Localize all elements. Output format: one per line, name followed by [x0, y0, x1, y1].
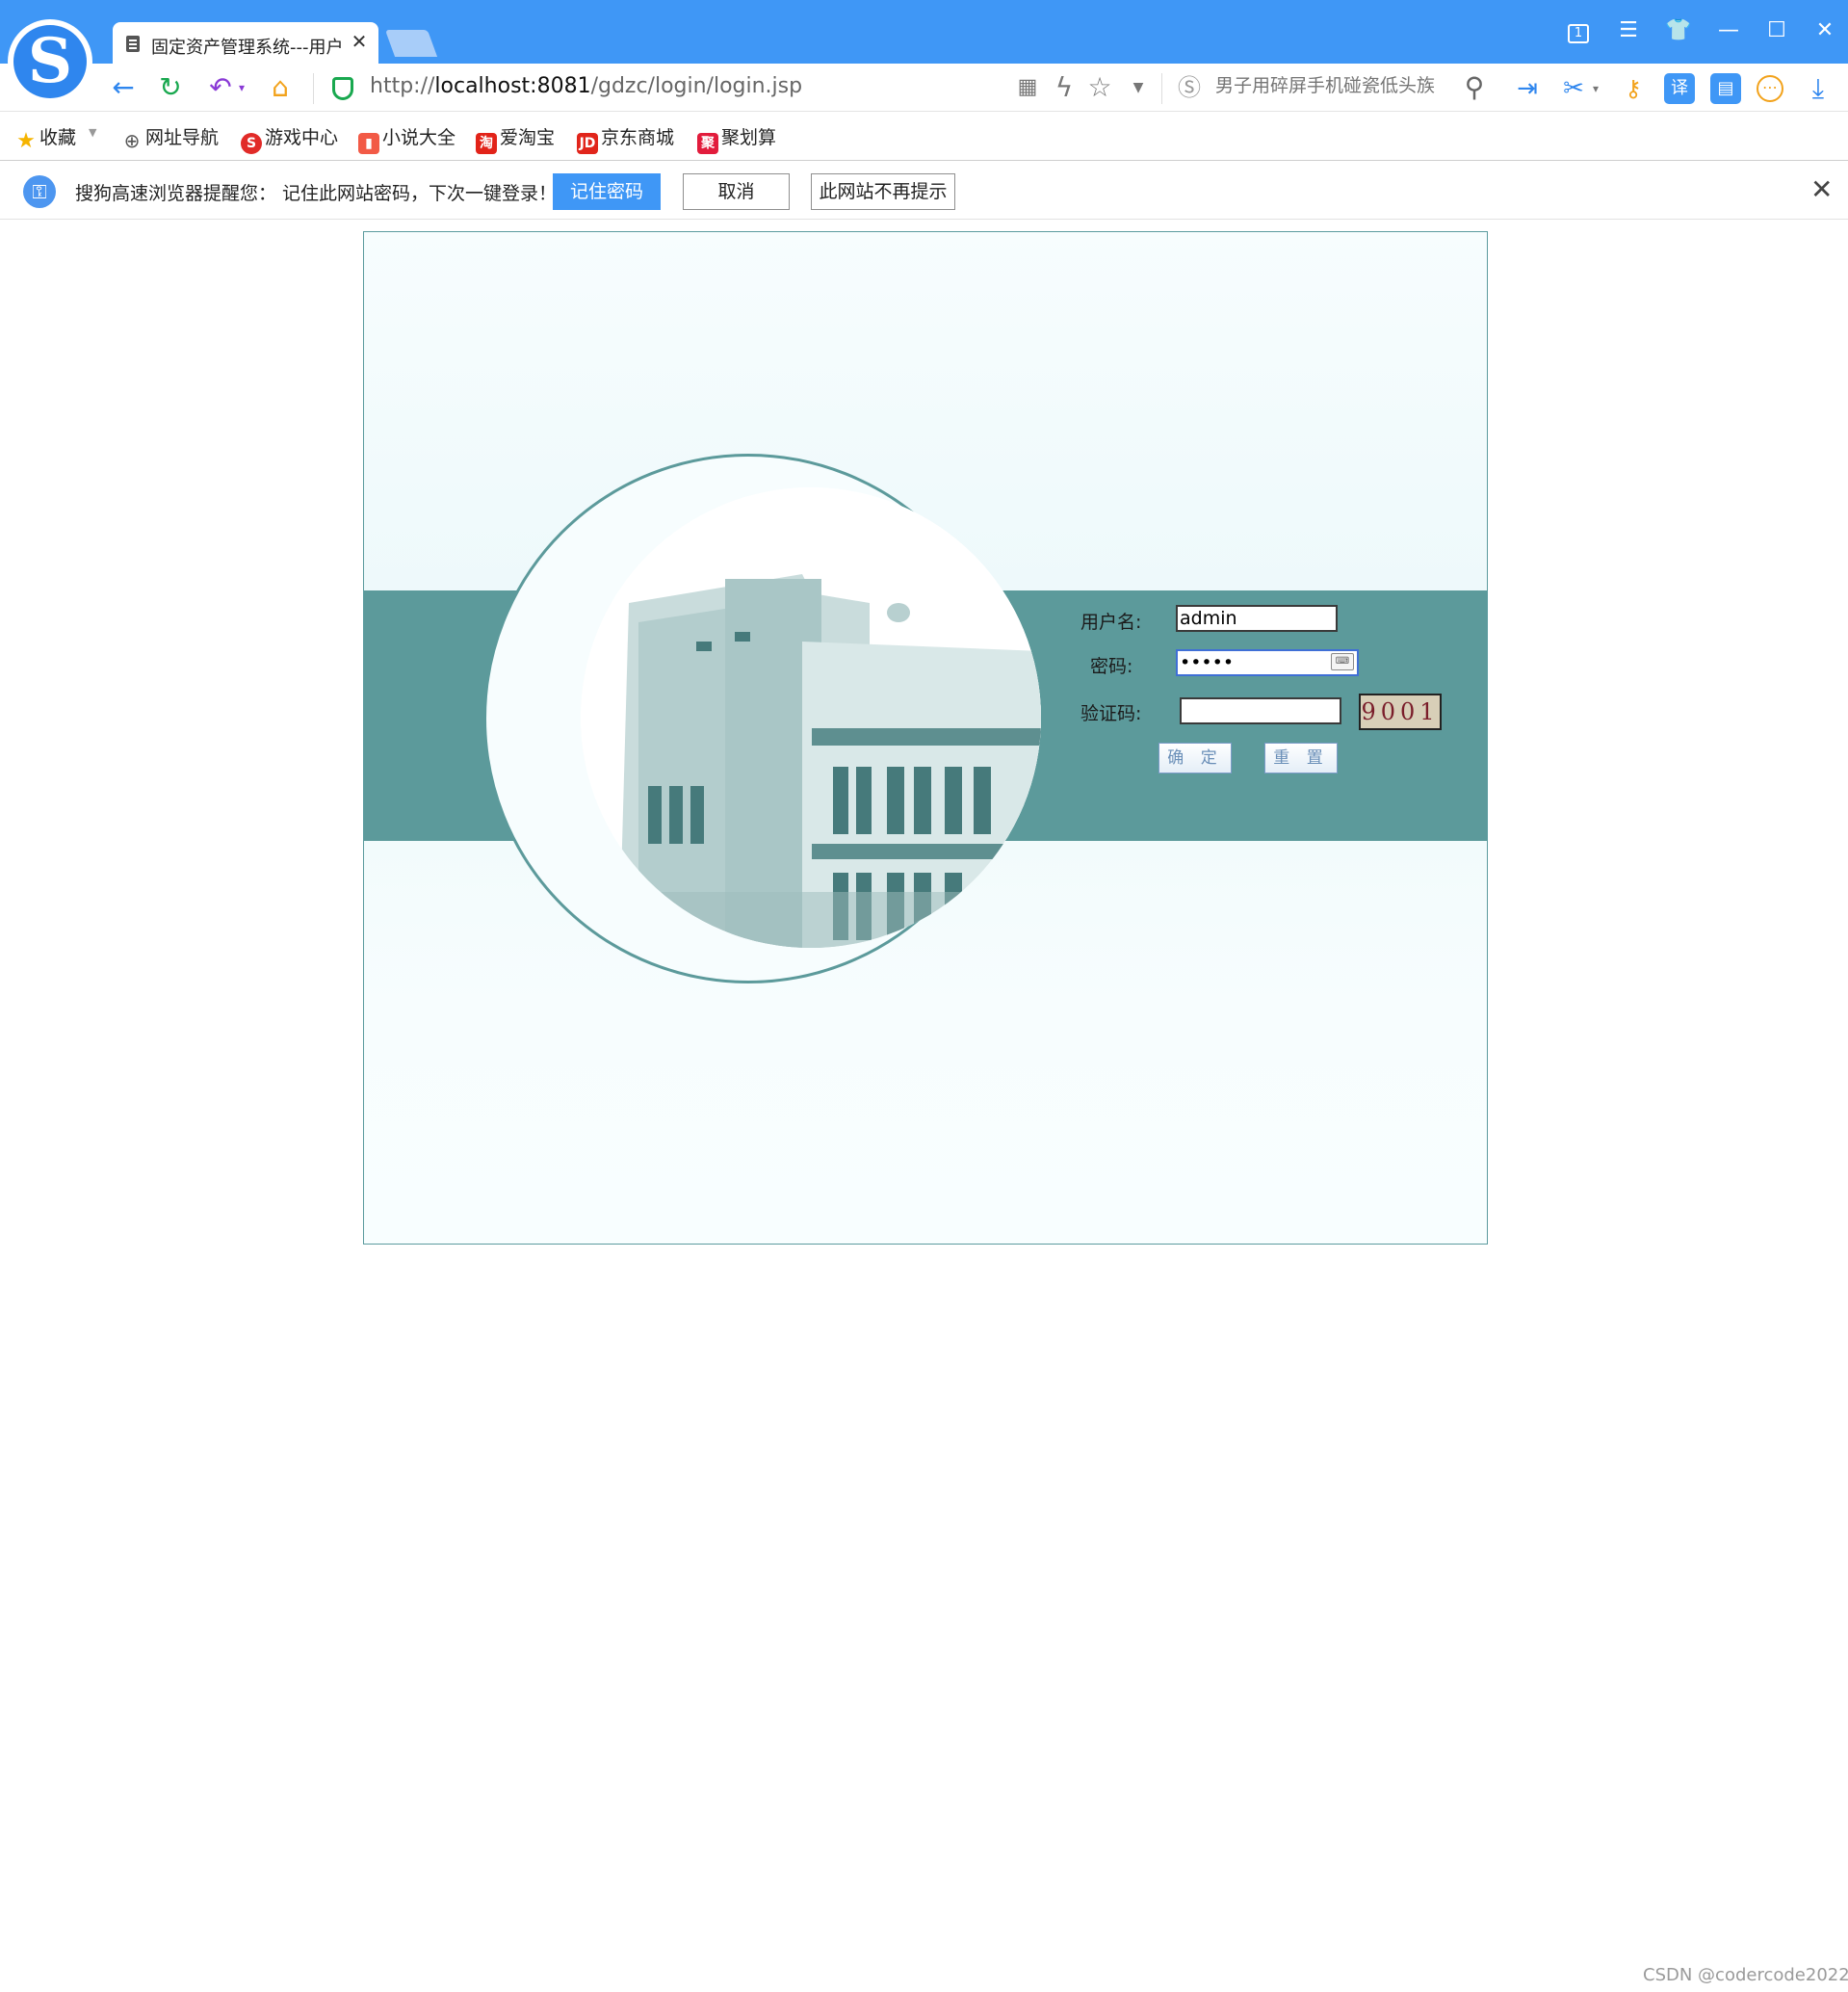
bookmark-label: 小说大全	[382, 127, 456, 148]
maximize-button[interactable]: ☐	[1760, 15, 1793, 46]
window-count-button[interactable]: 1	[1562, 15, 1595, 46]
url-path: /gdzc/login/login.jsp	[590, 74, 803, 98]
key-icon[interactable]: ⚷	[1618, 73, 1649, 104]
key-icon: ⚿	[23, 175, 56, 208]
captcha-image[interactable]: 9001	[1359, 694, 1442, 730]
divider	[313, 73, 314, 104]
tab-title: 固定资产管理系统---用户	[151, 38, 344, 58]
bookmark-label: 聚划算	[721, 127, 777, 148]
globe-icon: ⊕	[123, 129, 141, 152]
translate-icon[interactable]: 译	[1664, 73, 1695, 104]
tab-close-icon[interactable]: ✕	[348, 30, 371, 53]
search-icon[interactable]: ⚲	[1458, 71, 1491, 104]
cancel-button[interactable]: 取消	[683, 173, 790, 210]
bookmark-label: 京东商城	[601, 127, 675, 148]
url-field[interactable]: http://localhost:8081/gdzc/login/login.j…	[370, 74, 802, 98]
watermark: CSDN @codercode2022	[1643, 1965, 1848, 1985]
building-photo-circle	[581, 487, 1041, 948]
bookmark-novels[interactable]: ▮ 小说大全	[358, 125, 456, 154]
bookmark-jd[interactable]: JD 京东商城	[577, 125, 675, 154]
bookmark-label: 游戏中心	[265, 127, 339, 148]
jd-icon: JD	[577, 133, 598, 154]
menu-icon[interactable]: ☰	[1612, 15, 1645, 46]
juhuasuan-icon: 聚	[697, 133, 718, 154]
bookmark-game-center[interactable]: S 游戏中心	[241, 125, 339, 154]
reset-button[interactable]: 重 置	[1264, 743, 1338, 773]
undo-close-tab-icon[interactable]: ↶	[204, 71, 237, 104]
close-window-button[interactable]: ✕	[1809, 15, 1841, 46]
building-photo	[581, 487, 1041, 948]
scissors-icon[interactable]: ✂	[1558, 73, 1589, 104]
never-prompt-button[interactable]: 此网站不再提示	[811, 173, 955, 210]
download-icon[interactable]: ⤓	[1803, 73, 1834, 104]
captcha-input[interactable]	[1180, 697, 1341, 724]
bookmark-juhuasuan[interactable]: 聚聚划算	[697, 125, 777, 154]
chevron-down-icon[interactable]: ▼	[89, 126, 96, 139]
chevron-down-icon[interactable]: ▾	[235, 71, 248, 104]
game-center-icon: S	[241, 133, 262, 154]
bookmark-label: 收藏	[39, 127, 77, 148]
reader-icon[interactable]: ▤	[1710, 73, 1741, 104]
qr-code-icon[interactable]: ▦	[1011, 71, 1044, 104]
document-icon	[126, 36, 140, 52]
novel-icon: ▮	[358, 133, 379, 154]
password-label: 密码:	[1090, 656, 1133, 677]
username-input[interactable]	[1176, 605, 1338, 632]
remember-password-button[interactable]: 记住密码	[553, 173, 661, 210]
bookmark-site-nav[interactable]: ⊕ 网址导航	[121, 125, 220, 152]
bookmark-taobao[interactable]: 淘爱淘宝	[476, 125, 556, 154]
bookmark-label: 网址导航	[145, 127, 220, 148]
back-arrow-icon[interactable]: ←	[107, 71, 140, 104]
close-icon[interactable]: ✕	[1810, 175, 1833, 204]
refresh-icon[interactable]: ↻	[154, 71, 187, 104]
url-prefix: http://	[370, 74, 435, 98]
star-outline-icon[interactable]: ☆	[1083, 71, 1116, 104]
save-password-bar: ⚿ 搜狗高速浏览器提醒您： 记住此网站密码，下次一键登录！ 记住密码 取消 此网…	[0, 162, 1848, 220]
chevron-down-icon[interactable]: ▼	[1122, 71, 1155, 104]
new-tab-button[interactable]	[384, 30, 438, 57]
bookmarks-bar: ★ 收藏 ▼ ⊕ 网址导航 S 游戏中心 ▮ 小说大全 淘爱淘宝 JD 京东商城 聚聚划算	[0, 113, 1848, 161]
address-bar: ← ↻ ↶ ▾ ⌂ http://localhost:8081/gdzc/log…	[0, 64, 1848, 112]
security-shield-icon[interactable]	[332, 77, 353, 100]
captcha-label: 验证码:	[1080, 703, 1142, 724]
skin-icon[interactable]: 👕	[1662, 15, 1695, 46]
save-password-message: 搜狗高速浏览器提醒您： 记住此网站密码，下次一键登录！	[75, 183, 558, 204]
login-panel: 用户名: 密码: ⌨ 验证码: 9001 确 定 重 置	[363, 231, 1488, 1245]
home-icon[interactable]: ⌂	[264, 71, 297, 104]
bookmark-label: 爱淘宝	[500, 127, 556, 148]
taobao-icon: 淘	[476, 133, 497, 154]
url-host: localhost:8081	[434, 74, 591, 98]
more-icon[interactable]: ⋯	[1757, 75, 1783, 102]
sogou-logo-mark: S	[13, 25, 87, 98]
sogou-logo-icon[interactable]: S	[8, 19, 92, 104]
star-icon: ★	[16, 129, 36, 153]
browser-titlebar: 固定资产管理系统---用户 ✕ 1 ☰ 👕 — ☐ ✕	[0, 0, 1848, 65]
bookmark-favorites[interactable]: ★ 收藏	[15, 125, 77, 153]
search-input[interactable]	[1215, 75, 1456, 96]
search-engine-icon[interactable]: Ⓢ	[1173, 71, 1206, 104]
window-count-label: 1	[1568, 24, 1589, 43]
browser-tab[interactable]: 固定资产管理系统---用户 ✕	[113, 22, 378, 65]
minimize-button[interactable]: —	[1712, 15, 1745, 46]
screen-cast-icon[interactable]: ⇥	[1512, 73, 1543, 104]
username-label: 用户名:	[1080, 612, 1142, 633]
submit-button[interactable]: 确 定	[1158, 743, 1232, 773]
building-illustration	[581, 487, 1041, 948]
divider	[1161, 73, 1162, 104]
chevron-down-icon[interactable]: ▾	[1589, 73, 1602, 104]
keyboard-icon[interactable]: ⌨	[1331, 653, 1354, 670]
lightning-icon[interactable]: ϟ	[1048, 71, 1080, 104]
